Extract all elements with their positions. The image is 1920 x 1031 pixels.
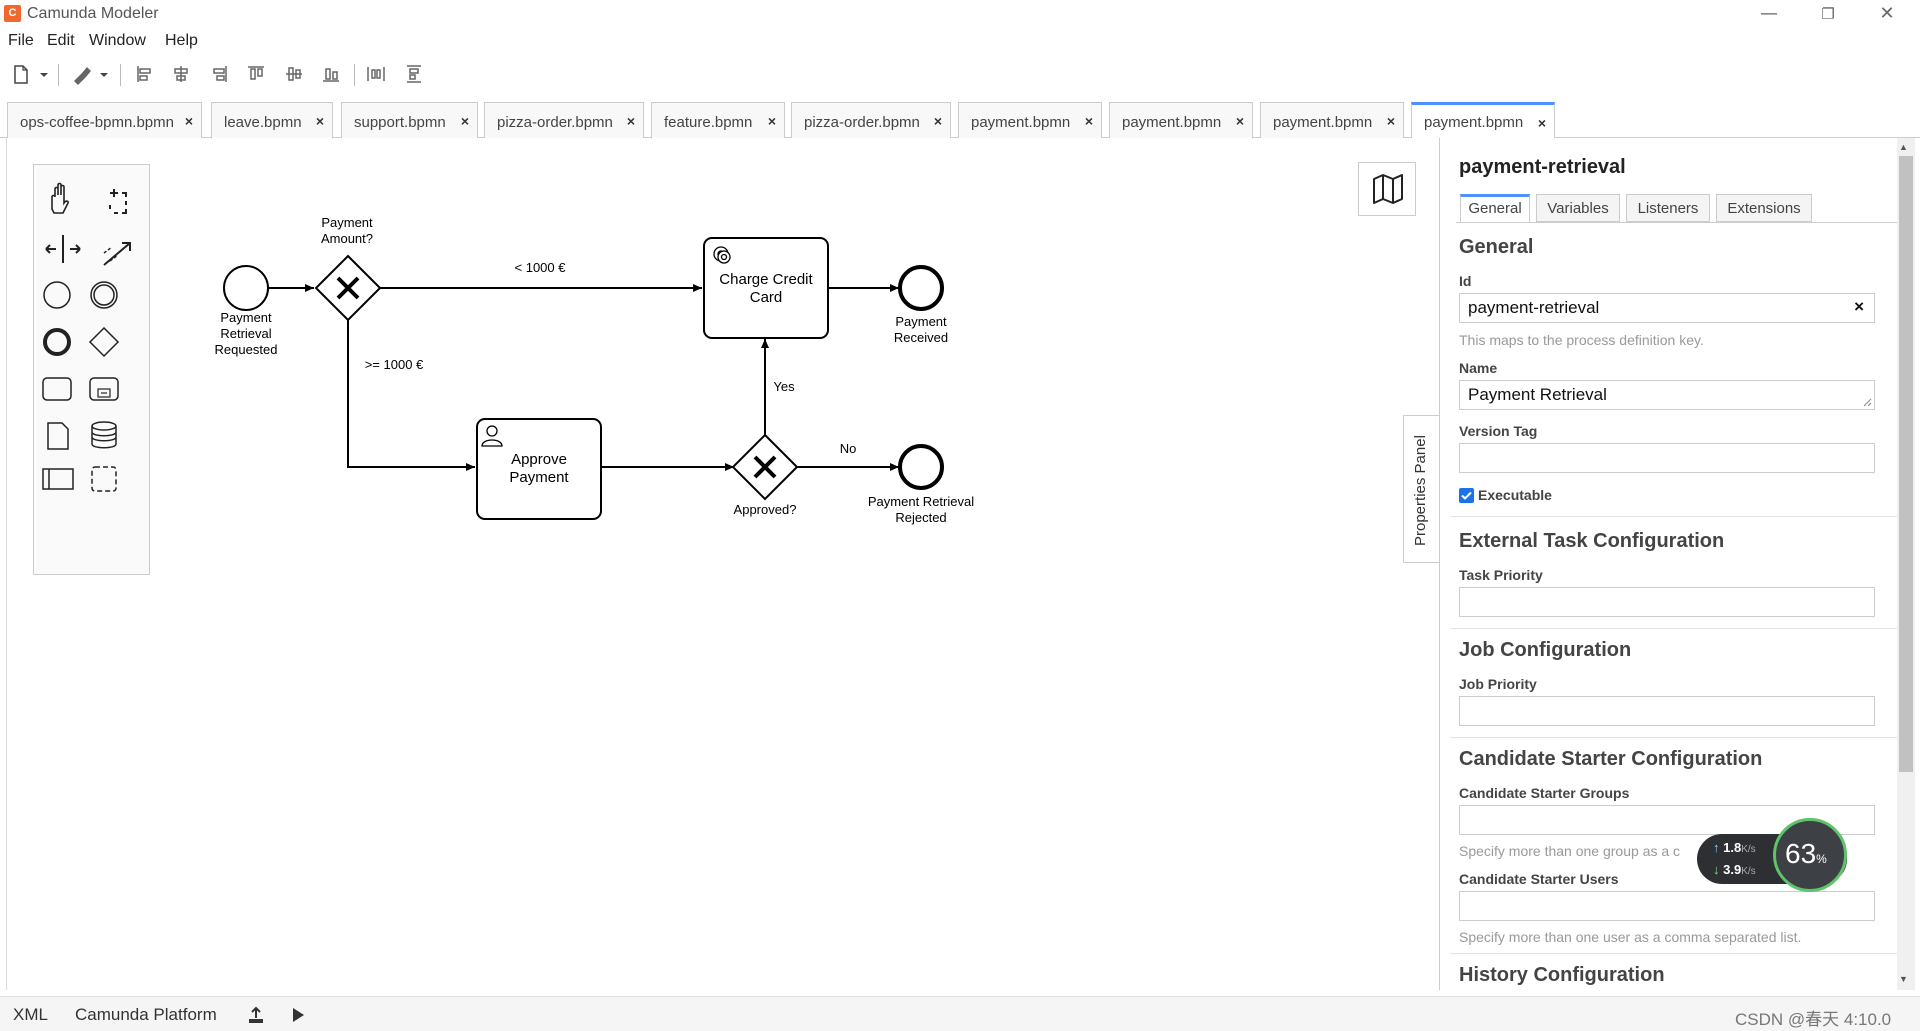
tab-listeners[interactable]: Listeners <box>1626 194 1710 222</box>
section-history-title: History Configuration <box>1459 964 1665 986</box>
divider <box>1450 737 1905 738</box>
tab-label: payment.bpmn <box>1122 114 1222 131</box>
tab-underline <box>1456 222 1901 223</box>
download-value: 3.9 <box>1723 862 1742 877</box>
sequence-flow-gte-1000[interactable] <box>347 318 475 471</box>
tab-general[interactable]: General <box>1460 194 1530 222</box>
end-event-received[interactable] <box>898 265 944 311</box>
start-event-label: Payment Retrieval Requested <box>215 310 278 357</box>
tab-label: payment.bpmn <box>1424 114 1524 131</box>
candidate-groups-hint: Specify more than one group as a c <box>1459 843 1681 859</box>
divider <box>1450 516 1905 517</box>
version-tag-label: Version Tag <box>1459 423 1538 439</box>
status-bar: XML Camunda Platform CSDN @春天 4:10.0 <box>0 996 1920 1031</box>
gateway-amount-label: Payment Amount? <box>321 215 373 246</box>
candidate-groups-label: Candidate Starter Groups <box>1459 785 1630 801</box>
section-external-title: External Task Configuration <box>1459 530 1725 552</box>
user-task-approve-payment[interactable]: Approve Payment <box>476 418 602 520</box>
executable-checkbox[interactable] <box>1459 488 1474 503</box>
upload-speed: ↑ 1.8K/s <box>1713 840 1756 855</box>
task-priority-label: Task Priority <box>1459 567 1543 583</box>
service-task-charge-credit-card[interactable]: Charge Credit Card <box>703 237 829 339</box>
usage-percent-sign: % <box>1816 852 1827 866</box>
end-rejected-label: Payment Retrieval Rejected <box>868 494 974 525</box>
scroll-down-icon[interactable]: ▼ <box>1899 974 1908 984</box>
deploy-icon[interactable] <box>246 1005 266 1025</box>
properties-scrollbar-thumb[interactable] <box>1899 156 1913 772</box>
clear-icon[interactable]: × <box>1854 297 1864 317</box>
restore-button[interactable]: ❐ <box>1805 2 1851 26</box>
arrow-down-icon: ↓ <box>1713 862 1720 877</box>
properties-toggle-label: Properties Panel <box>1412 435 1429 546</box>
checkmark-icon <box>1461 491 1472 500</box>
usage-percent: 63% <box>1785 838 1827 870</box>
candidate-users-hint: Specify more than one user as a comma se… <box>1459 929 1802 945</box>
task-priority-input[interactable] <box>1459 587 1875 617</box>
close-window-button[interactable]: ✕ <box>1864 2 1910 26</box>
usage-percent-value: 63 <box>1785 838 1817 869</box>
name-label: Name <box>1459 360 1498 376</box>
properties-panel-toggle[interactable]: Properties Panel <box>1403 415 1439 563</box>
id-label: Id <box>1459 273 1472 289</box>
close-icon[interactable]: × <box>1538 115 1546 131</box>
platform-selector[interactable]: Camunda Platform <box>75 1005 217 1025</box>
close-icon[interactable]: × <box>1236 113 1244 129</box>
section-general-title: General <box>1459 236 1534 258</box>
tab-file[interactable]: payment.bpmn × <box>1109 102 1253 138</box>
version-tag-input[interactable] <box>1459 443 1875 473</box>
name-value: Payment Retrieval <box>1468 385 1607 404</box>
flow-label-no: No <box>840 441 857 456</box>
candidate-users-input[interactable] <box>1459 891 1875 921</box>
tab-variables[interactable]: Variables <box>1536 194 1620 222</box>
xml-view-button[interactable]: XML <box>13 1005 48 1025</box>
map-icon <box>1373 174 1403 204</box>
start-instance-icon[interactable] <box>290 1006 306 1024</box>
upload-value: 1.8 <box>1723 840 1742 855</box>
download-unit: K/s <box>1741 866 1756 877</box>
properties-panel: payment-retrieval General Variables List… <box>1439 138 1920 990</box>
tab-label: payment.bpmn <box>1273 114 1373 131</box>
job-priority-input[interactable] <box>1459 696 1875 726</box>
id-value: payment-retrieval <box>1468 298 1600 317</box>
gateway-payment-amount[interactable] <box>314 254 382 322</box>
resize-handle-icon[interactable] <box>1862 397 1872 407</box>
end-event-rejected[interactable] <box>898 444 944 490</box>
gateway-approved-label: Approved? <box>734 502 797 517</box>
task-approve-label: Approve Payment <box>509 451 569 486</box>
flow-label-lt: < 1000 € <box>515 260 567 275</box>
flow-label-yes: Yes <box>773 379 795 394</box>
name-input[interactable]: Payment Retrieval <box>1459 380 1875 410</box>
properties-title: payment-retrieval <box>1459 156 1626 178</box>
id-hint: This maps to the process definition key. <box>1459 332 1704 348</box>
end-received-label: Payment Received <box>894 314 948 345</box>
flow-label-gte: >= 1000 € <box>365 357 424 372</box>
job-priority-label: Job Priority <box>1459 676 1537 692</box>
tab-file[interactable]: payment.bpmn × <box>1260 102 1404 138</box>
section-job-title: Job Configuration <box>1459 639 1632 661</box>
executable-label: Executable <box>1478 487 1552 503</box>
gateway-approved[interactable] <box>731 433 799 501</box>
download-speed: ↓ 3.9K/s <box>1713 862 1756 877</box>
candidate-users-label: Candidate Starter Users <box>1459 871 1619 887</box>
section-candidate-title: Candidate Starter Configuration <box>1459 748 1763 770</box>
scroll-up-icon[interactable]: ▲ <box>1899 142 1908 152</box>
bpmn-diagram: Payment Retrieval Requested Payment Amount?… <box>215 215 975 525</box>
upload-unit: K/s <box>1741 844 1756 855</box>
close-icon[interactable]: × <box>1387 113 1395 129</box>
tab-file-active[interactable]: payment.bpmn × <box>1411 102 1555 139</box>
id-input[interactable]: payment-retrieval × <box>1459 293 1875 323</box>
minimize-button[interactable]: — <box>1746 2 1792 26</box>
arrow-up-icon: ↑ <box>1713 840 1720 855</box>
divider <box>1450 628 1905 629</box>
status-right-text: CSDN @春天 4:10.0 <box>1735 1010 1892 1029</box>
minimap-toggle-button[interactable] <box>1358 162 1416 216</box>
start-event[interactable] <box>223 265 269 311</box>
divider <box>1450 953 1905 954</box>
tab-extensions[interactable]: Extensions <box>1716 194 1812 222</box>
